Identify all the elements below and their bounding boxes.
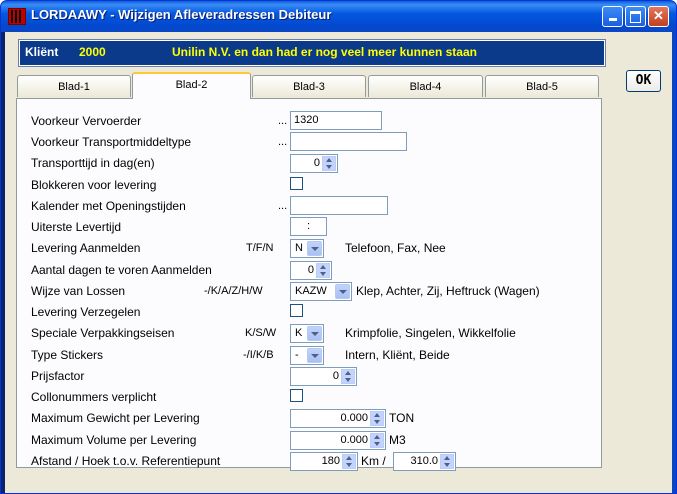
max-gewicht-label: Maximum Gewicht per Levering <box>31 411 200 425</box>
close-icon: ✕ <box>653 8 664 23</box>
client-area: Kliënt 2000 Unilin N.V. en dan had er no… <box>5 32 674 493</box>
voorkeur-transport-input[interactable] <box>290 132 407 151</box>
transporttijd-spinner[interactable]: 0 <box>290 154 338 173</box>
verpakking-value: K <box>295 327 303 339</box>
stickers-label: Type Stickers <box>31 348 104 362</box>
afstand-unit: Km / <box>361 454 386 468</box>
tab-panel: Voorkeur Vervoerder ... 1320 Voorkeur Tr… <box>16 98 602 471</box>
afstand-spinner[interactable]: 180 <box>290 452 358 471</box>
klient-name: Unilin N.V. en dan had er nog veel meer … <box>172 45 477 59</box>
maximize-icon <box>630 11 641 23</box>
aantal-dagen-spinner[interactable]: 0 <box>290 261 332 280</box>
max-volume-label: Maximum Volume per Levering <box>31 433 197 447</box>
chevron-down-icon[interactable] <box>307 326 322 341</box>
kalender-label: Kalender met Openingstijden <box>31 199 186 213</box>
stickers-value: - <box>295 349 299 361</box>
voorkeur-transport-lookup[interactable]: ... <box>278 136 287 148</box>
levering-aanmelden-value: N <box>295 242 303 254</box>
voorkeur-vervoerder-label: Voorkeur Vervoerder <box>31 114 142 128</box>
verpakking-code: K/S/W <box>245 327 277 339</box>
spinner-arrows-icon[interactable] <box>342 454 356 469</box>
hoek-value: 310.0 <box>410 455 438 467</box>
levering-aanmelden-desc: Telefoon, Fax, Nee <box>345 241 446 255</box>
klient-label: Kliënt <box>25 45 59 59</box>
collonummers-checkbox[interactable] <box>290 389 303 402</box>
tab-blad-2[interactable]: Blad-2 <box>132 72 251 99</box>
stickers-desc: Intern, Kliënt, Beide <box>345 348 450 362</box>
prijsfactor-label: Prijsfactor <box>31 369 85 383</box>
app-window: LORDAAWY - Wijzigen Afleveradressen Debi… <box>0 0 677 494</box>
spinner-arrows-icon[interactable] <box>440 454 454 469</box>
stickers-select[interactable]: - <box>290 346 324 365</box>
max-volume-unit: M3 <box>389 433 406 447</box>
hoek-spinner[interactable]: 310.0 <box>393 452 456 471</box>
klient-number: 2000 <box>79 45 106 59</box>
transporttijd-label: Transporttijd in dag(en) <box>31 156 155 170</box>
minimize-button[interactable] <box>602 6 623 27</box>
afstand-value: 180 <box>321 455 340 467</box>
wijze-lossen-value: KAZW <box>295 285 327 297</box>
minimize-icon <box>608 18 617 21</box>
voorkeur-vervoerder-lookup[interactable]: ... <box>278 115 287 127</box>
kalender-input[interactable] <box>290 196 388 215</box>
prijsfactor-spinner[interactable]: 0 <box>290 367 357 386</box>
spinner-arrows-icon[interactable] <box>370 433 384 448</box>
voorkeur-vervoerder-input[interactable]: 1320 <box>290 111 382 130</box>
prijsfactor-value: 0 <box>332 370 339 382</box>
stickers-code: -/I/K/B <box>243 349 274 361</box>
afstand-label: Afstand / Hoek t.o.v. Referentiepunt <box>31 454 221 468</box>
transporttijd-value: 0 <box>313 157 320 169</box>
kalender-lookup[interactable]: ... <box>278 200 287 212</box>
wijze-lossen-label: Wijze van Lossen <box>31 284 126 298</box>
verzegelen-label: Levering Verzegelen <box>31 305 141 319</box>
wijze-lossen-select[interactable]: KAZW <box>290 282 352 301</box>
voorkeur-transport-label: Voorkeur Transportmiddeltype <box>31 135 192 149</box>
wijze-lossen-code: -/K/A/Z/H/W <box>204 285 263 297</box>
verpakking-label: Speciale Verpakkingseisen <box>31 326 175 340</box>
tab-blad-4[interactable]: Blad-4 <box>368 75 483 97</box>
wijze-lossen-desc: Klep, Achter, Zij, Heftruck (Wagen) <box>356 284 540 298</box>
ok-button[interactable]: OK <box>626 70 661 92</box>
aantal-dagen-value: 0 <box>307 264 314 276</box>
chevron-down-icon[interactable] <box>307 241 322 256</box>
max-gewicht-unit: TON <box>389 411 415 425</box>
uiterste-input[interactable]: : <box>290 217 327 236</box>
chevron-down-icon[interactable] <box>307 348 322 363</box>
klient-bar: Kliënt 2000 Unilin N.V. en dan had er no… <box>18 39 606 67</box>
chevron-down-icon[interactable] <box>335 284 350 299</box>
verpakking-desc: Krimpfolie, Singelen, Wikkelfolie <box>345 326 516 340</box>
close-button[interactable]: ✕ <box>648 6 669 27</box>
verpakking-select[interactable]: K <box>290 324 324 343</box>
blokkeren-label: Blokkeren voor levering <box>31 178 157 192</box>
tab-blad-5[interactable]: Blad-5 <box>485 75 599 97</box>
spinner-arrows-icon[interactable] <box>370 411 384 426</box>
window-title: LORDAAWY - Wijzigen Afleveradressen Debi… <box>31 7 332 22</box>
aantal-dagen-label: Aantal dagen te voren Aanmelden <box>31 263 212 277</box>
spinner-arrows-icon[interactable] <box>316 263 330 278</box>
tab-blad-1[interactable]: Blad-1 <box>17 75 131 97</box>
collonummers-label: Collonummers verplicht <box>31 390 157 404</box>
levering-aanmelden-code: T/F/N <box>246 242 274 254</box>
levering-aanmelden-select[interactable]: N <box>290 239 324 258</box>
uiterste-label: Uiterste Levertijd <box>31 220 122 234</box>
levering-aanmelden-label: Levering Aanmelden <box>31 241 141 255</box>
blokkeren-checkbox[interactable] <box>290 177 303 190</box>
app-icon <box>8 8 26 25</box>
spinner-arrows-icon[interactable] <box>341 369 355 384</box>
tab-blad-3[interactable]: Blad-3 <box>252 75 366 97</box>
max-gewicht-spinner[interactable]: 0.000 <box>290 409 386 428</box>
max-volume-spinner[interactable]: 0.000 <box>290 431 386 450</box>
max-gewicht-value: 0.000 <box>340 412 368 424</box>
maximize-button[interactable] <box>625 6 646 27</box>
max-volume-value: 0.000 <box>340 434 368 446</box>
window-border-right <box>672 32 676 493</box>
spinner-arrows-icon[interactable] <box>322 156 336 171</box>
title-bar[interactable]: LORDAAWY - Wijzigen Afleveradressen Debi… <box>1 1 676 32</box>
verzegelen-checkbox[interactable] <box>290 304 303 317</box>
